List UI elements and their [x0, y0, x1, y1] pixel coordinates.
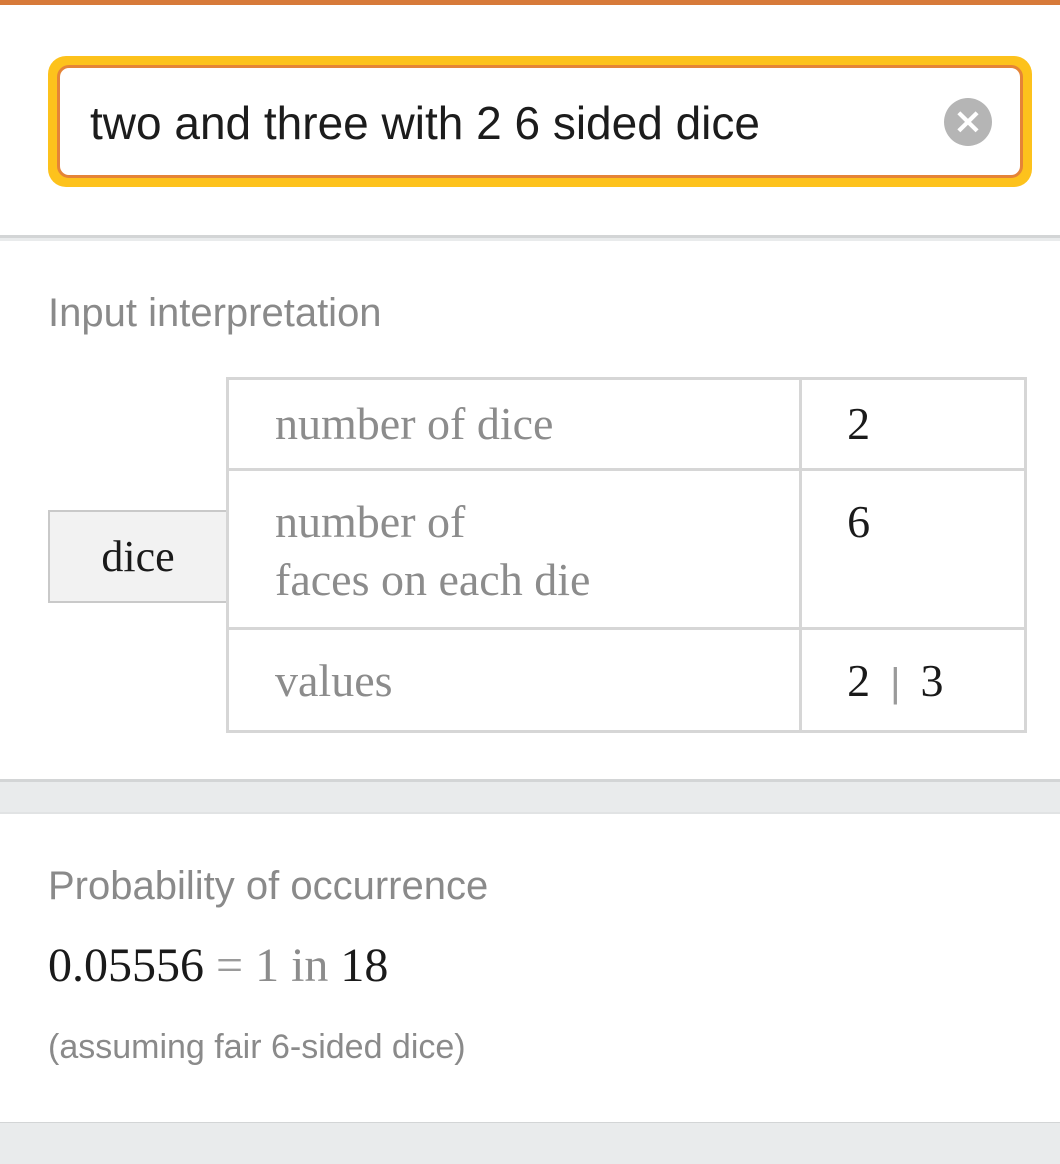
probability-numerator: 1: [255, 939, 280, 992]
probability-in-word: in: [291, 939, 329, 992]
search-focus-ring: two and three with 2 6 sided dice ×: [48, 56, 1032, 187]
search-input[interactable]: two and three with 2 6 sided dice ×: [57, 65, 1023, 178]
probability-denominator: 18: [340, 939, 389, 992]
clear-icon[interactable]: ×: [944, 98, 992, 146]
probability-pod: Probability of occurrence 0.05556 = 1 in 1…: [0, 812, 1060, 1125]
row-label: values: [225, 627, 803, 733]
row-label: number of dice: [225, 377, 803, 471]
entity-label: dice: [48, 510, 226, 603]
row-label: number of faces on each die: [225, 468, 803, 630]
value-separator: |: [890, 661, 901, 705]
assumption-note: (assuming fair 6-sided dice): [48, 1028, 466, 1066]
table-row: number of dice 2: [225, 377, 1027, 471]
search-card: two and three with 2 6 sided dice ×: [0, 5, 1060, 238]
bottom-background: [0, 1123, 1060, 1164]
equals-sign: =: [216, 939, 244, 992]
search-query-text[interactable]: two and three with 2 6 sided dice: [90, 96, 760, 150]
value-a: 2: [847, 655, 871, 706]
input-interpretation-pod: Input interpretation dice number of dice…: [0, 241, 1060, 782]
row-value: 2: [799, 377, 1027, 471]
pod-title: Input interpretation: [48, 291, 382, 335]
table-row: values 2 | 3: [225, 627, 1027, 733]
table-row: number of faces on each die 6: [225, 468, 1027, 630]
row-value: 2 | 3: [799, 627, 1027, 733]
pod-title: Probability of occurrence: [48, 864, 489, 908]
row-value: 6: [799, 468, 1027, 630]
probability-result: 0.05556 = 1 in 18: [48, 938, 388, 993]
value-b: 3: [920, 655, 944, 706]
probability-decimal: 0.05556: [48, 939, 204, 992]
interpretation-table: number of dice 2 number of faces on each…: [225, 377, 1027, 733]
